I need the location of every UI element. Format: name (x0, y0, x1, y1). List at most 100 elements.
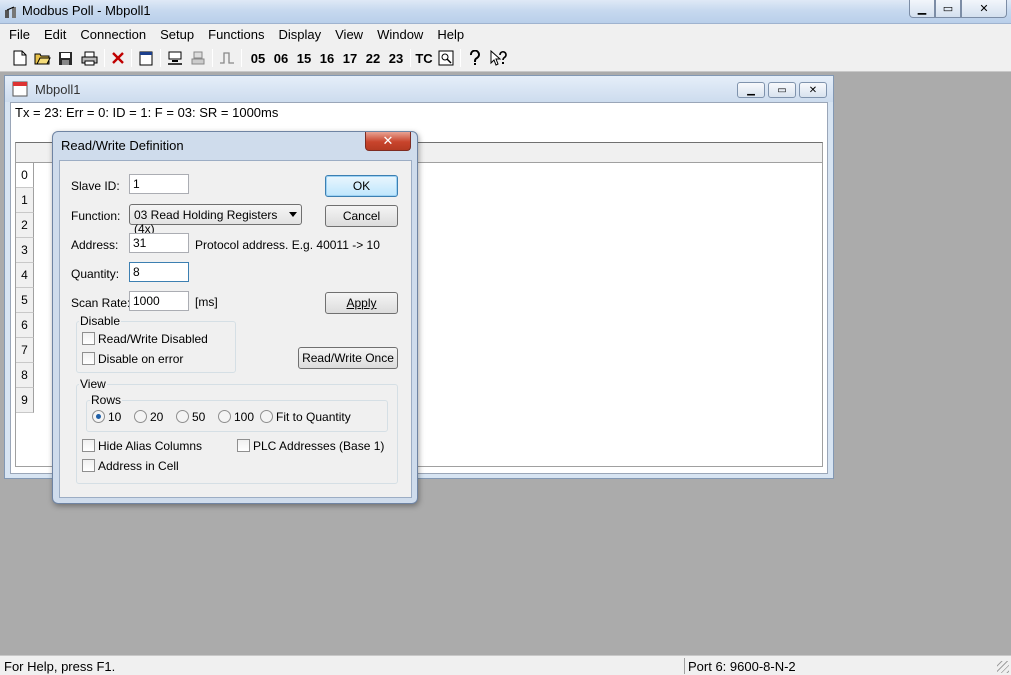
function-15-button[interactable]: 15 (294, 48, 314, 68)
close-button[interactable]: ✕ (961, 0, 1007, 18)
open-folder-icon[interactable] (33, 48, 51, 68)
rw-disabled-label: Read/Write Disabled (98, 332, 208, 346)
function-05-button[interactable]: 05 (248, 48, 268, 68)
grid-row-number[interactable]: 0 (16, 163, 34, 188)
menu-help[interactable]: Help (430, 27, 471, 42)
status-help-text: For Help, press F1. (4, 659, 116, 674)
status-port-info: Port 6: 9600-8-N-2 (688, 659, 796, 674)
child-title-bar: Mbpoll1 ▁ ▭ ✕ (5, 76, 833, 102)
dialog-title: Read/Write Definition (61, 138, 184, 153)
read-write-once-button[interactable]: Read/Write Once (298, 347, 398, 369)
plc-addresses-label: PLC Addresses (Base 1) (253, 439, 385, 453)
scan-rate-unit: [ms] (195, 295, 218, 309)
grid-row-number[interactable]: 2 (16, 213, 34, 238)
rows-group-label: Rows (90, 393, 123, 407)
status-bar: For Help, press F1. Port 6: 9600-8-N-2 (0, 655, 1011, 675)
grid-row-number[interactable]: 6 (16, 313, 34, 338)
pulse-icon[interactable] (218, 48, 236, 68)
function-select-value: 03 Read Holding Registers (4x) (134, 208, 278, 236)
rows-20-label: 20 (150, 410, 164, 424)
rows-50-radio[interactable] (176, 410, 189, 423)
toolbar: 05 06 15 16 17 22 23 TC (0, 44, 1011, 72)
hide-alias-checkbox[interactable] (82, 439, 95, 452)
quantity-field[interactable]: 8 (129, 262, 189, 282)
child-minimize-button[interactable]: ▁ (737, 82, 765, 98)
rows-fit-label: Fit to Quantity (276, 410, 351, 424)
hide-alias-label: Hide Alias Columns (98, 439, 203, 453)
menu-functions[interactable]: Functions (201, 27, 271, 42)
view-group-label: View (79, 377, 107, 391)
quantity-label: Quantity: (71, 267, 120, 281)
rows-fit-radio[interactable] (260, 410, 273, 423)
dialog-close-button[interactable]: ✕ (365, 132, 411, 151)
minimize-button[interactable]: ▁ (909, 0, 935, 18)
grid-row-number[interactable]: 9 (16, 388, 34, 413)
plc-addresses-checkbox[interactable] (237, 439, 250, 452)
maximize-button[interactable]: ▭ (935, 0, 961, 18)
rows-100-radio[interactable] (218, 410, 231, 423)
read-write-definition-dialog[interactable]: Read/Write Definition ✕ Slave ID: 1 Func… (52, 131, 418, 504)
rows-20-radio[interactable] (134, 410, 147, 423)
disable-on-error-checkbox[interactable] (82, 352, 95, 365)
function-23-button[interactable]: 23 (386, 48, 406, 68)
poll-status-line: Tx = 23: Err = 0: ID = 1: F = 03: SR = 1… (15, 105, 279, 120)
ok-button[interactable]: OK (325, 175, 398, 197)
apply-button[interactable]: Apply (325, 292, 398, 314)
help-question-icon[interactable] (466, 48, 484, 68)
menu-file[interactable]: File (2, 27, 37, 42)
rw-disabled-checkbox[interactable] (82, 332, 95, 345)
rows-50-label: 50 (192, 410, 206, 424)
grid-row-number[interactable]: 3 (16, 238, 34, 263)
grid-row-number[interactable]: 4 (16, 263, 34, 288)
print-icon[interactable] (79, 48, 99, 68)
menu-window[interactable]: Window (370, 27, 430, 42)
disconnect-icon[interactable] (189, 48, 207, 68)
rows-10-radio[interactable] (92, 410, 105, 423)
scan-rate-label: Scan Rate: (71, 296, 131, 310)
rows-100-label: 100 (234, 410, 255, 424)
function-select[interactable]: 03 Read Holding Registers (4x) (129, 204, 302, 236)
grid-column (34, 163, 54, 413)
save-disk-icon[interactable] (56, 48, 74, 68)
menu-edit[interactable]: Edit (37, 27, 73, 42)
monitor-icon[interactable] (437, 48, 455, 68)
child-close-button[interactable]: ✕ (799, 82, 827, 98)
menu-connection[interactable]: Connection (73, 27, 153, 42)
chevron-down-icon (289, 212, 297, 217)
child-title: Mbpoll1 (35, 82, 81, 97)
window-title: Modbus Poll - Mbpoll1 (22, 3, 151, 18)
slave-id-field[interactable]: 1 (129, 174, 189, 194)
grid-row-numbers: 0 1 2 3 4 5 6 7 8 9 (16, 163, 34, 413)
new-icon[interactable] (11, 48, 29, 68)
grid-row-number[interactable]: 7 (16, 338, 34, 363)
connect-icon[interactable] (166, 48, 184, 68)
resize-grip-icon[interactable] (997, 661, 1009, 673)
address-hint: Protocol address. E.g. 40011 -> 10 (195, 238, 380, 252)
menu-display[interactable]: Display (272, 27, 329, 42)
function-17-button[interactable]: 17 (340, 48, 360, 68)
grid-row-number[interactable]: 1 (16, 188, 34, 213)
title-bar: Modbus Poll - Mbpoll1 ▁ ▭ ✕ (0, 0, 1011, 24)
rows-10-label: 10 (108, 410, 122, 424)
address-label: Address: (71, 238, 119, 252)
disable-on-error-label: Disable on error (98, 352, 184, 366)
function-16-button[interactable]: 16 (317, 48, 337, 68)
child-restore-button[interactable]: ▭ (768, 82, 796, 98)
function-22-button[interactable]: 22 (363, 48, 383, 68)
scan-rate-field[interactable]: 1000 (129, 291, 189, 311)
function-label: Function: (71, 209, 121, 223)
menu-setup[interactable]: Setup (153, 27, 201, 42)
address-in-cell-checkbox[interactable] (82, 459, 95, 472)
function-06-button[interactable]: 06 (271, 48, 291, 68)
tc-button[interactable]: TC (414, 48, 434, 68)
menu-bar: File Edit Connection Setup Functions Dis… (0, 24, 1011, 44)
cancel-button[interactable]: Cancel (325, 205, 398, 227)
window-icon[interactable] (137, 48, 155, 68)
grid-row-number[interactable]: 5 (16, 288, 34, 313)
menu-view[interactable]: View (328, 27, 370, 42)
slave-id-label: Slave ID: (71, 179, 120, 193)
address-field[interactable]: 31 (129, 233, 189, 253)
grid-row-number[interactable]: 8 (16, 363, 34, 388)
delete-x-icon[interactable] (109, 48, 127, 68)
context-help-icon[interactable] (489, 48, 509, 68)
